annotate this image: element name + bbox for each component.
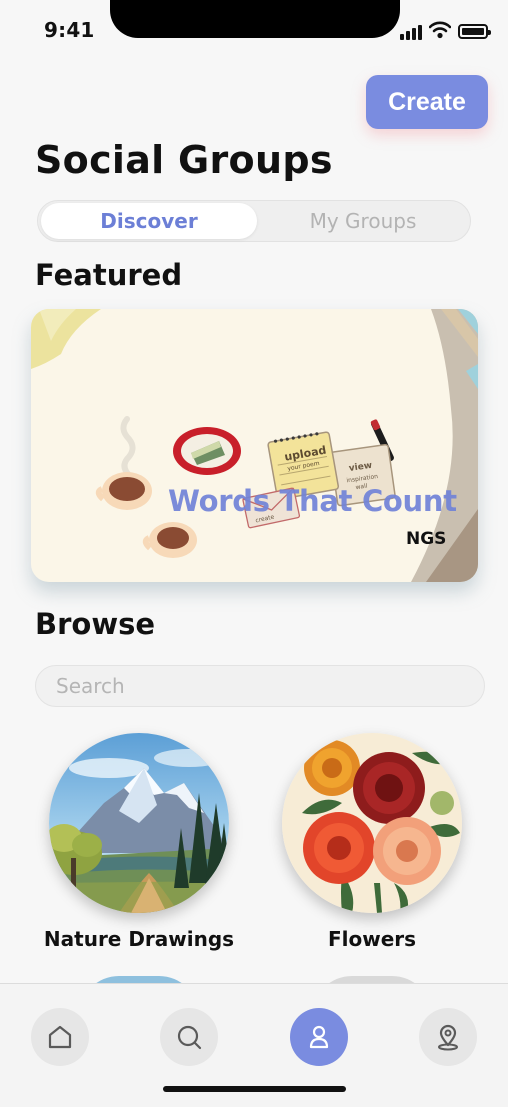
featured-group-card[interactable]: view inspiration wall upload your poem c… — [31, 309, 478, 582]
profile-icon — [309, 1025, 329, 1049]
featured-card-subtitle: NGS — [406, 529, 447, 549]
page-title: Social Groups — [35, 138, 333, 182]
dahlia-flowers-image — [282, 733, 462, 913]
group-label-flowers: Flowers — [327, 927, 417, 951]
home-icon — [48, 1025, 72, 1049]
tab-discover[interactable]: Discover — [41, 203, 257, 239]
social-groups-screen: 9:41 Create Social Groups Discover My Gr… — [0, 0, 508, 1107]
status-bar: 9:41 — [0, 0, 508, 60]
search-input[interactable]: Search — [35, 665, 485, 707]
location-icon — [438, 1024, 458, 1051]
tab-my-groups[interactable]: My Groups — [257, 203, 469, 239]
device-notch — [110, 0, 400, 38]
browse-heading: Browse — [35, 607, 156, 641]
status-time: 9:41 — [44, 18, 95, 42]
nav-home-button[interactable] — [31, 1008, 89, 1066]
battery-icon — [458, 24, 491, 39]
featured-heading: Featured — [35, 258, 183, 292]
search-placeholder: Search — [56, 674, 125, 698]
mountain-painting-image — [49, 733, 229, 913]
nav-profile-button[interactable] — [290, 1008, 348, 1066]
featured-card-title: Words That Count — [168, 484, 457, 518]
wifi-icon — [429, 21, 451, 39]
nav-location-button[interactable] — [419, 1008, 477, 1066]
home-indicator[interactable] — [163, 1086, 346, 1092]
group-label-nature-drawings: Nature Drawings — [43, 927, 235, 951]
search-icon — [177, 1025, 202, 1050]
nav-search-button[interactable] — [160, 1008, 218, 1066]
cellular-signal-icon — [400, 24, 424, 40]
create-button[interactable]: Create — [366, 75, 488, 129]
group-tabs: Discover My Groups — [37, 200, 471, 242]
